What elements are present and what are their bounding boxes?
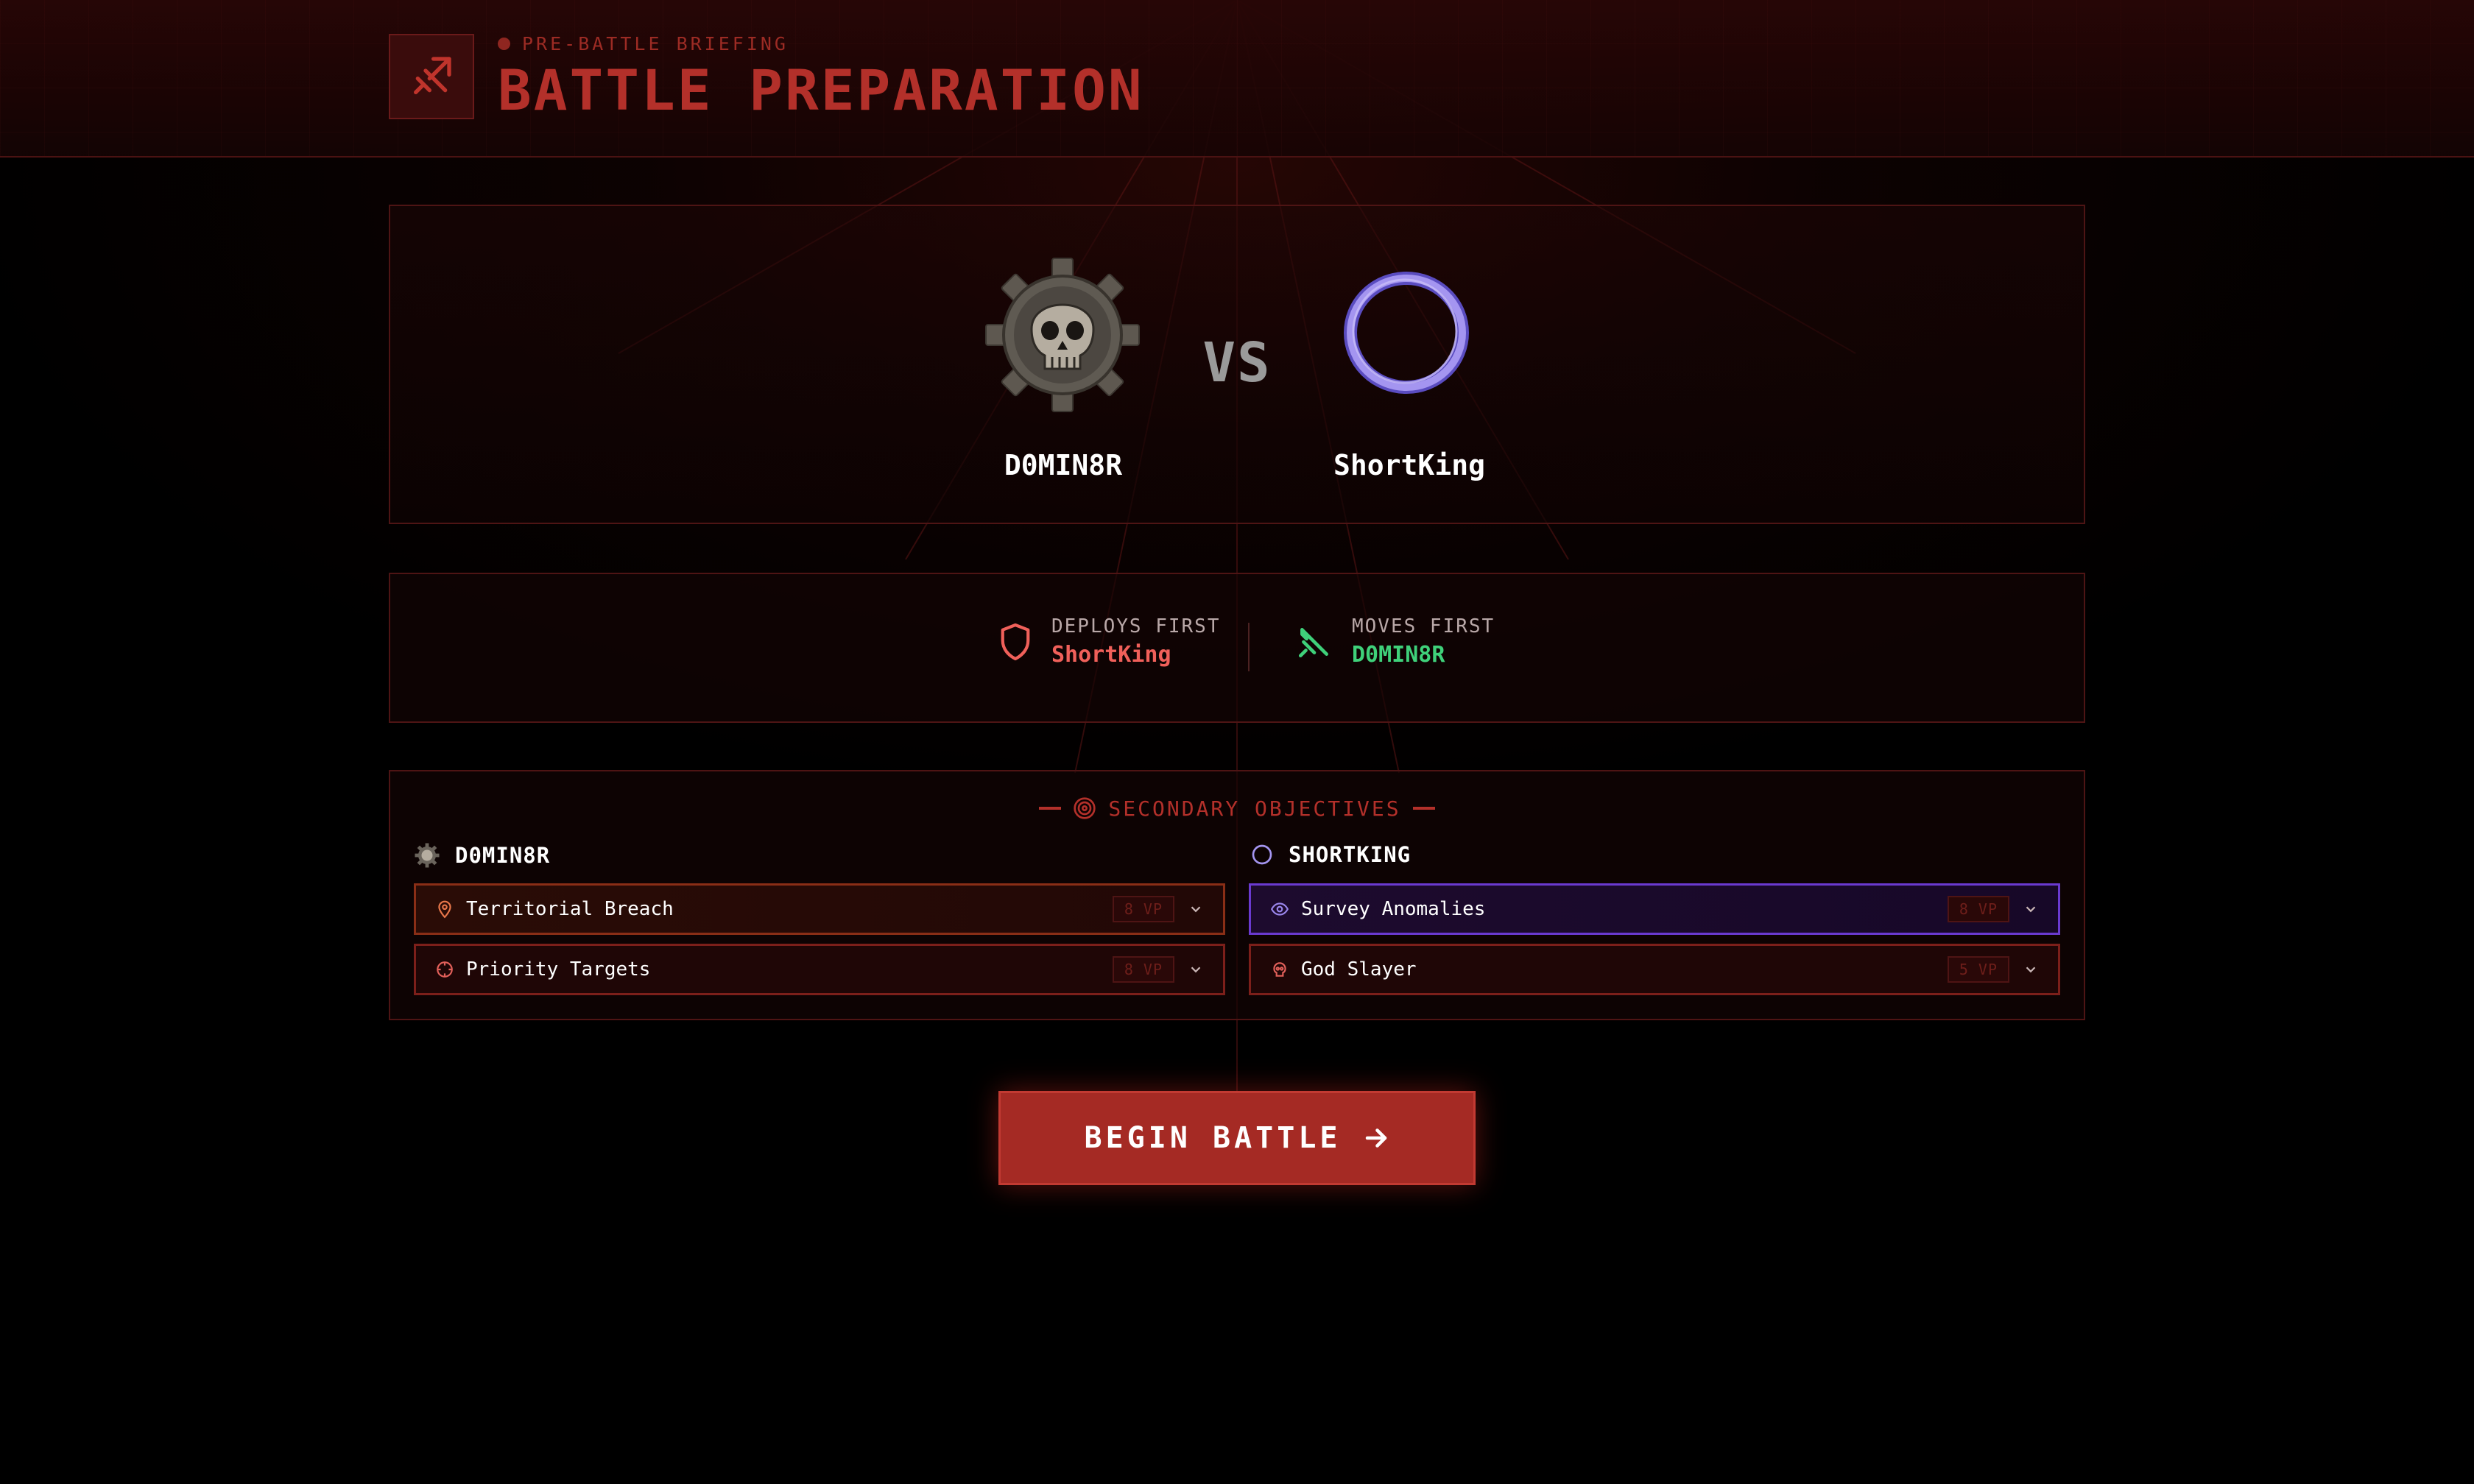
right-player-name: SHORTKING <box>1289 842 1412 867</box>
objective-select-territorial-breach[interactable]: Territorial Breach 8 VP <box>414 883 1225 935</box>
moves-first-label: MOVES FIRST <box>1352 615 1495 637</box>
left-player-name: D0MIN8R <box>455 843 551 868</box>
kicker-label: PRE-BATTLE BRIEFING <box>522 32 789 54</box>
heading-dash-right <box>1412 807 1435 810</box>
vs-label: VS <box>1202 331 1272 395</box>
objectives-heading: SECONDARY OBJECTIVES <box>1016 795 1458 822</box>
ring-mini-icon <box>1252 844 1272 865</box>
objective-select-priority-targets[interactable]: Priority Targets 8 VP <box>414 944 1225 995</box>
player2-name: ShortKing <box>1333 449 1485 481</box>
heading-dash-left <box>1039 807 1062 810</box>
moves-first-block: MOVES FIRST D0MIN8R <box>1296 615 1495 668</box>
chevron-down-icon <box>2023 901 2039 917</box>
order-divider <box>1248 623 1250 671</box>
target-icon <box>1074 797 1096 819</box>
begin-battle-label: BEGIN BATTLE <box>1084 1121 1342 1155</box>
map-pin-icon <box>438 900 451 919</box>
chevron-down-icon <box>1188 901 1204 917</box>
objective-label: Priority Targets <box>466 958 651 981</box>
deploys-first-player: ShortKing <box>1051 642 1171 668</box>
header-bar <box>0 0 2474 158</box>
turn-order-panel <box>389 573 2085 723</box>
objective-select-god-slayer[interactable]: God Slayer 5 VP <box>1249 944 2060 995</box>
begin-battle-button[interactable]: BEGIN BATTLE <box>998 1091 1476 1185</box>
sword-icon <box>1298 627 1328 657</box>
page-title: BATTLE PREPARATION <box>498 57 1144 123</box>
vp-badge: 8 VP <box>1112 956 1174 983</box>
shield-icon <box>1001 623 1030 660</box>
kicker-dot <box>498 37 510 50</box>
vp-badge: 8 VP <box>1947 896 2009 922</box>
chevron-down-icon <box>1188 961 1204 978</box>
deploys-first-label: DEPLOYS FIRST <box>1051 615 1221 637</box>
objective-select-survey-anomalies[interactable]: Survey Anomalies 8 VP <box>1249 883 2060 935</box>
skull-cog-emblem <box>985 258 1140 412</box>
chevron-down-icon <box>2023 961 2039 978</box>
objective-label: Survey Anomalies <box>1301 898 1486 920</box>
vp-badge: 8 VP <box>1112 896 1174 922</box>
moves-first-player: D0MIN8R <box>1352 642 1445 668</box>
eye-icon <box>1270 902 1289 916</box>
deploys-first-block: DEPLOYS FIRST ShortKing <box>998 615 1221 668</box>
player1-name: D0MIN8R <box>1004 449 1123 481</box>
battle-preparation-screen: PRE-BATTLE BRIEFING BATTLE PREPARATION V… <box>0 0 2474 1484</box>
vp-badge: 5 VP <box>1947 956 2009 983</box>
header-sword-icon <box>389 34 474 119</box>
arrow-right-icon <box>1366 1128 1387 1148</box>
skull-icon <box>1273 962 1286 977</box>
left-player-heading: D0MIN8R <box>414 842 550 869</box>
header-grid <box>0 0 2474 156</box>
right-player-heading: SHORTKING <box>1250 842 1411 867</box>
crosshair-icon <box>437 961 453 978</box>
purple-ring-emblem <box>1344 272 1469 394</box>
page-kicker: PRE-BATTLE BRIEFING <box>498 31 789 56</box>
skull-cog-mini-icon <box>415 843 440 868</box>
objective-label: Territorial Breach <box>466 898 674 920</box>
objectives-heading-label: SECONDARY OBJECTIVES <box>1108 796 1401 821</box>
objective-label: God Slayer <box>1301 958 1417 981</box>
